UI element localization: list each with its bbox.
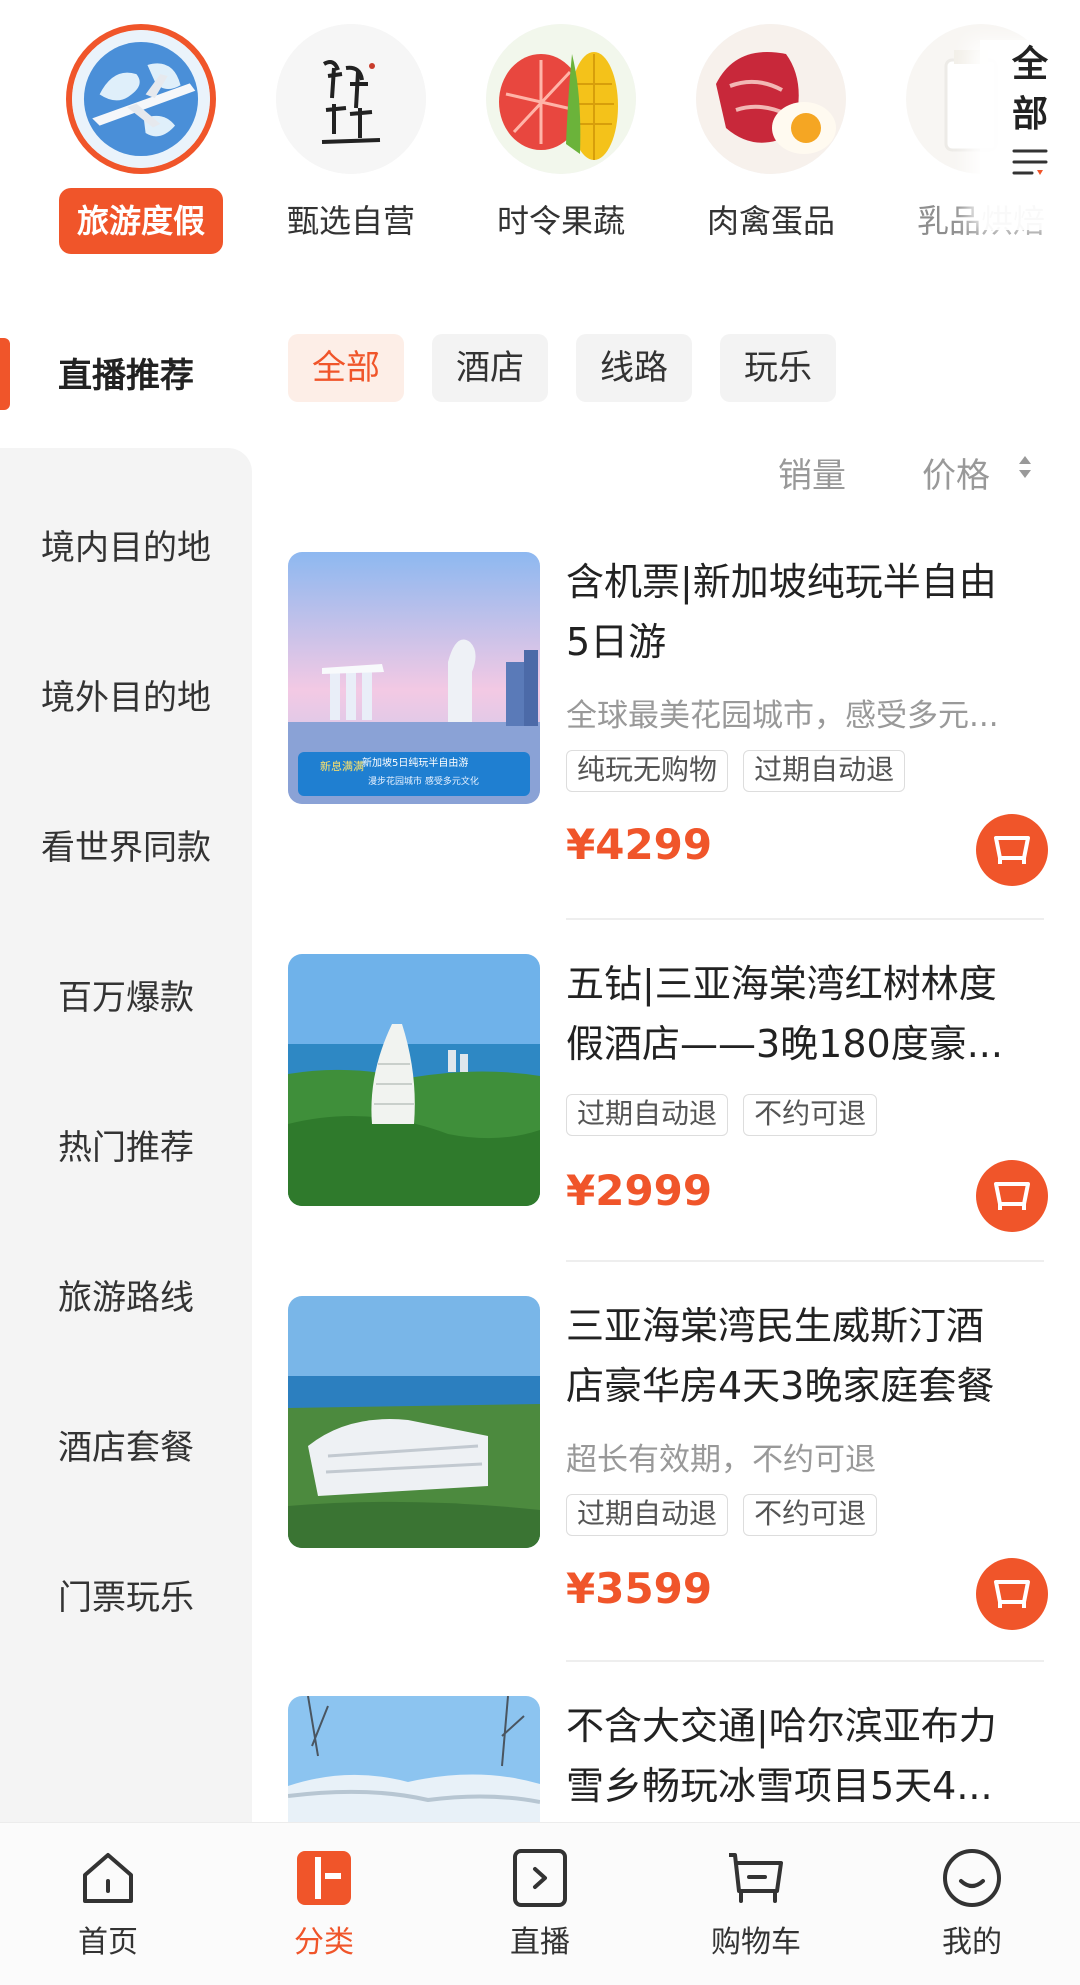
sort-by-sales[interactable]: 销量	[778, 448, 846, 497]
category-label: 时令果蔬	[496, 202, 625, 240]
sidebar-item-hot[interactable]: 热门推荐	[0, 1120, 252, 1169]
nav-cart[interactable]: 购物车	[686, 1845, 826, 1961]
product-price: ¥3599	[566, 1564, 713, 1613]
product-tag: 过期自动退	[566, 1494, 729, 1536]
airplane-globe-icon	[66, 24, 216, 174]
category-fruit-veg[interactable]: 时令果蔬	[476, 24, 646, 254]
nav-label: 我的	[942, 1925, 1002, 1960]
home-icon	[83, 1853, 133, 1903]
sidebar-item-routes[interactable]: 旅游路线	[0, 1270, 252, 1319]
product-card[interactable]: 三亚海棠湾民生威斯汀酒 店豪华房4天3晚家庭套餐 超长有效期，不约可退 过期自动…	[288, 1296, 1048, 1636]
sidebar-item-overseas[interactable]: 境外目的地	[0, 670, 252, 719]
product-title-line: 不含大交通|哈尔滨亚布力	[566, 1704, 997, 1748]
cart-icon	[729, 1853, 783, 1903]
product-title[interactable]: 三亚海棠湾民生威斯汀酒 店豪华房4天3晚家庭套餐	[566, 1296, 1046, 1416]
nav-category[interactable]: 分类	[254, 1845, 394, 1961]
category-label: 肉禽蛋品	[706, 202, 835, 240]
product-tag: 过期自动退	[566, 1094, 729, 1136]
product-tags: 过期自动退 不约可退	[566, 1094, 887, 1136]
divider	[566, 1660, 1044, 1662]
badge-left-text: 新息满满	[320, 759, 364, 773]
product-tags: 过期自动退 不约可退	[566, 1494, 887, 1536]
category-strip: 旅游度假 甄选自营 时令果蔬 肉禽蛋品 全 部	[0, 0, 1080, 290]
sort-by-price[interactable]: 价格	[922, 448, 990, 497]
menu-lines-icon	[1012, 149, 1048, 175]
profile-icon	[943, 1849, 1001, 1907]
product-image-sanya-mangrove[interactable]	[288, 954, 540, 1206]
product-price: ¥2999	[566, 1166, 713, 1215]
sidebar-item-million-hits[interactable]: 百万爆款	[0, 970, 252, 1019]
sort-arrows-icon[interactable]	[1016, 452, 1034, 482]
nav-home[interactable]: 首页	[38, 1845, 178, 1961]
product-title-line: 五钻|三亚海棠湾红树林度	[566, 962, 997, 1006]
all-button-label-2: 部	[1011, 94, 1048, 135]
product-title-line: 三亚海棠湾民生威斯汀酒	[566, 1304, 985, 1348]
product-title[interactable]: 不含大交通|哈尔滨亚布力 雪乡畅玩冰雪项目5天4...	[566, 1696, 1046, 1816]
sidebar-item-label: 直播推荐	[58, 356, 194, 396]
meat-egg-icon	[696, 24, 846, 174]
divider	[566, 918, 1044, 920]
product-tag: 纯玩无购物	[566, 750, 729, 792]
product-card[interactable]: 五钻|三亚海棠湾红树林度 假酒店——3晚180度豪... 过期自动退 不约可退 …	[288, 954, 1048, 1254]
cart-icon	[994, 1182, 1030, 1210]
nav-label: 首页	[78, 1925, 138, 1960]
add-to-cart-button[interactable]	[976, 1160, 1048, 1232]
category-travel[interactable]: 旅游度假	[56, 24, 226, 254]
product-title-line: 雪乡畅玩冰雪项目5天4...	[566, 1764, 993, 1808]
product-card[interactable]: 新息满满 新加坡5日纯玩半自由游 漫步花园城市 感受多元文化 含机票|新加坡纯玩…	[288, 552, 1048, 892]
cart-icon	[994, 1580, 1030, 1608]
category-meat-egg[interactable]: 肉禽蛋品	[686, 24, 856, 254]
sidebar-item-world-same[interactable]: 看世界同款	[0, 820, 252, 869]
product-title-line: 含机票|新加坡纯玩半自由	[566, 560, 997, 604]
category-selected[interactable]: 甄选自营	[266, 24, 436, 254]
sidebar-list: 境内目的地 境外目的地 看世界同款 百万爆款 热门推荐 旅游路线 酒店套餐 门票…	[0, 448, 252, 1848]
nav-label: 购物车	[711, 1925, 801, 1960]
cart-icon	[994, 836, 1030, 864]
product-title[interactable]: 含机票|新加坡纯玩半自由 5日游	[566, 552, 1046, 672]
live-icon	[513, 1849, 567, 1907]
nav-label: 直播	[510, 1925, 570, 1960]
product-title-line: 店豪华房4天3晚家庭套餐	[566, 1364, 995, 1408]
product-price: ¥4299	[566, 820, 713, 869]
nav-label: 分类	[294, 1925, 354, 1960]
product-subtitle: 全球最美花园城市，感受多元...	[566, 698, 999, 734]
fruit-vegetable-icon	[486, 24, 636, 174]
brand-logo-icon	[276, 24, 426, 174]
product-tag: 不约可退	[743, 1094, 878, 1136]
product-title-line: 5日游	[566, 620, 667, 664]
badge-title-text: 新加坡5日纯玩半自由游	[362, 756, 468, 769]
bottom-nav: 首页 分类 直播 购物车 我的	[0, 1822, 1080, 1985]
add-to-cart-button[interactable]	[976, 1558, 1048, 1630]
product-image-harbin-snow[interactable]	[288, 1696, 540, 1822]
filter-tab-all[interactable]: 全部	[288, 334, 404, 402]
all-button-label-1: 全	[1011, 44, 1048, 85]
product-title[interactable]: 五钻|三亚海棠湾红树林度 假酒店——3晚180度豪...	[566, 954, 1046, 1074]
nav-live[interactable]: 直播	[470, 1845, 610, 1961]
category-icon	[297, 1851, 351, 1905]
nav-profile[interactable]: 我的	[902, 1845, 1042, 1961]
product-image-singapore[interactable]: 新息满满 新加坡5日纯玩半自由游 漫步花园城市 感受多元文化	[288, 552, 540, 804]
product-card[interactable]: 不含大交通|哈尔滨亚布力 雪乡畅玩冰雪项目5天4...	[288, 1696, 1048, 1822]
sidebar-item-domestic[interactable]: 境内目的地	[0, 520, 252, 569]
category-label: 甄选自营	[286, 202, 415, 240]
add-to-cart-button[interactable]	[976, 814, 1048, 886]
product-tag: 过期自动退	[743, 750, 906, 792]
filter-tab-route[interactable]: 线路	[576, 334, 692, 402]
sidebar-item-hotel-package[interactable]: 酒店套餐	[0, 1420, 252, 1469]
filter-tab-fun[interactable]: 玩乐	[720, 334, 836, 402]
sidebar-item-live-recommend[interactable]: 直播推荐	[0, 320, 252, 430]
sidebar: 直播推荐 境内目的地 境外目的地 看世界同款 百万爆款 热门推荐 旅游路线 酒店…	[0, 320, 252, 1848]
divider	[566, 1260, 1044, 1262]
product-title-line: 假酒店——3晚180度豪...	[566, 1022, 1003, 1066]
product-subtitle: 超长有效期，不约可退	[566, 1442, 876, 1478]
product-tag: 不约可退	[743, 1494, 878, 1536]
category-label: 旅游度假	[58, 188, 223, 254]
badge-sub-text: 漫步花园城市 感受多元文化	[368, 775, 479, 787]
all-categories-button[interactable]: 全 部	[980, 40, 1080, 230]
product-tags: 纯玩无购物 过期自动退	[566, 750, 915, 792]
filter-tab-hotel[interactable]: 酒店	[432, 334, 548, 402]
product-image-sanya-westin[interactable]	[288, 1296, 540, 1548]
sidebar-item-tickets[interactable]: 门票玩乐	[0, 1570, 252, 1619]
